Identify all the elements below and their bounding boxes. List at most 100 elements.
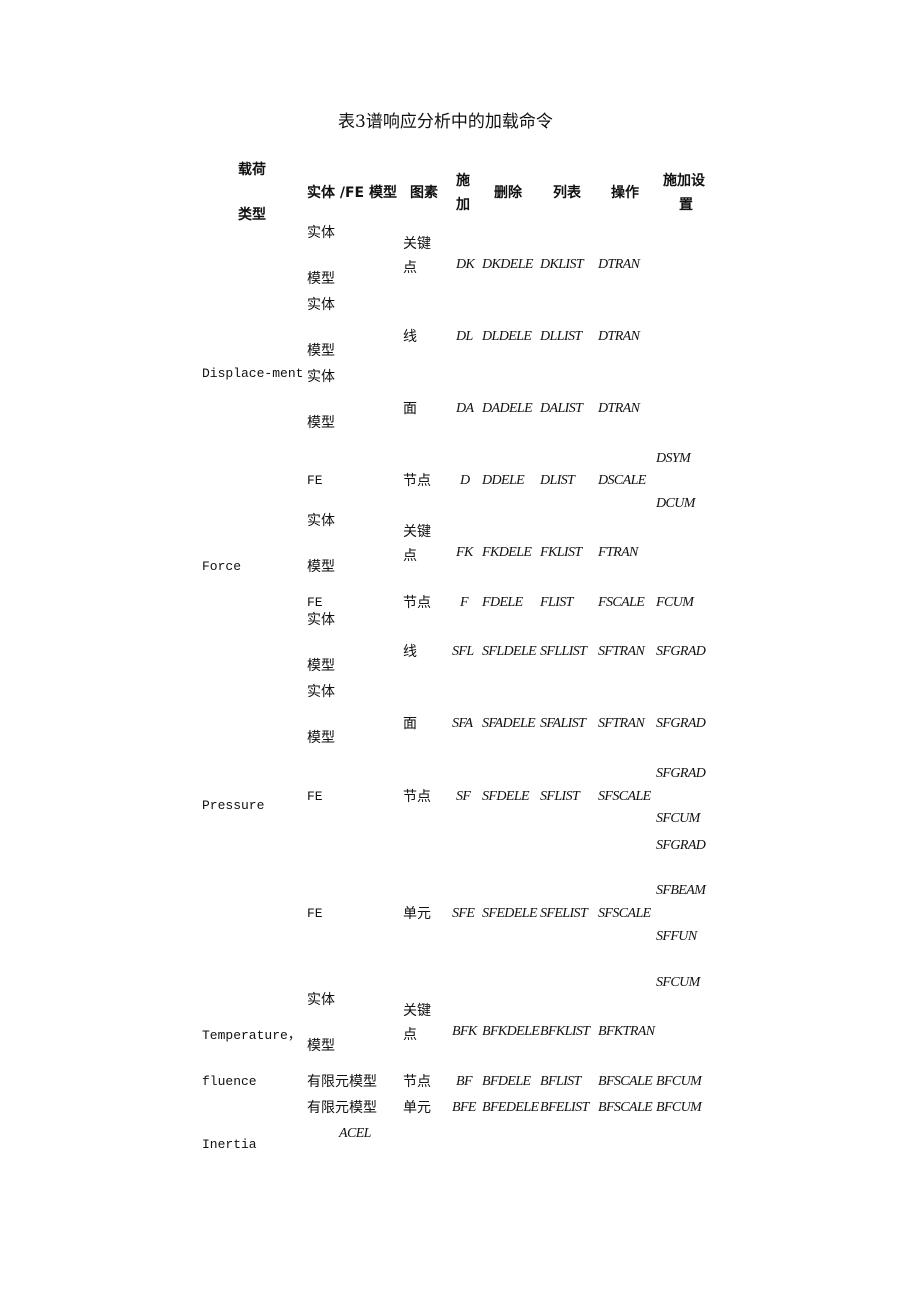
entity-cell: 关键 (403, 1003, 431, 1019)
list-command: SFLLIST (540, 644, 587, 659)
group-label: Temperature， (202, 1028, 301, 1043)
settings-command: SFCUM (656, 975, 700, 990)
operate-command: SFSCALE (598, 906, 651, 921)
entity-cell: 面 (403, 401, 417, 417)
header-entity: 图素 (410, 185, 438, 201)
model-cell: 实体 (307, 992, 335, 1008)
apply-command: SFE (452, 906, 475, 921)
header-apply: 施 (456, 173, 470, 189)
operate-command: BFSCALE (598, 1074, 653, 1089)
operate-command: DSCALE (598, 473, 646, 488)
delete-command: BFKDELE (482, 1024, 540, 1039)
model-cell: 模型 (307, 343, 335, 359)
model-cell: 模型 (307, 730, 335, 746)
entity-cell: 单元 (403, 1100, 431, 1116)
delete-command: DDELE (482, 473, 525, 488)
model-cell: FE (307, 789, 323, 804)
operate-command: SFTRAN (598, 644, 645, 659)
apply-command: BFE (452, 1100, 476, 1115)
apply-command: F (460, 595, 469, 610)
header-apply: 加 (456, 197, 470, 213)
settings-command: SFGRAD (656, 766, 706, 781)
header-settings: 置 (679, 197, 693, 213)
entity-cell: 点 (403, 260, 417, 276)
model-cell: 实体 (307, 225, 335, 241)
delete-command: BFDELE (482, 1074, 531, 1089)
header-delete: 删除 (494, 185, 522, 201)
operate-command: SFSCALE (598, 789, 651, 804)
apply-command: SFA (452, 716, 473, 731)
header-model: 实体 /FE 模型 (307, 185, 397, 201)
apply-command: FK (456, 545, 473, 560)
operate-command: SFTRAN (598, 716, 645, 731)
settings-command: BFCUM (656, 1074, 702, 1089)
settings-command: DSYM (656, 451, 691, 466)
apply-command: SF (456, 789, 471, 804)
group-label: Pressure (202, 798, 265, 813)
list-command: SFELIST (540, 906, 588, 921)
apply-command: ACEL (339, 1126, 371, 1141)
list-command: BFLIST (540, 1074, 581, 1089)
delete-command: DADELE (482, 401, 533, 416)
settings-command: DCUM (656, 496, 695, 511)
delete-command: SFADELE (482, 716, 536, 731)
delete-command: SFLDELE (482, 644, 537, 659)
delete-command: DKDELE (482, 257, 533, 272)
settings-command: SFGRAD (656, 644, 706, 659)
entity-cell: 面 (403, 716, 417, 732)
header-settings: 施加设 (663, 173, 705, 189)
settings-command: FCUM (656, 595, 694, 610)
list-command: FKLIST (540, 545, 582, 560)
list-command: FLIST (540, 595, 573, 610)
entity-cell: 点 (403, 1027, 417, 1043)
group-label: Displace-ment (202, 366, 304, 381)
model-cell: 模型 (307, 1038, 335, 1054)
list-command: DLLIST (540, 329, 582, 344)
settings-command: BFCUM (656, 1100, 702, 1115)
apply-command: SFL (452, 644, 474, 659)
model-cell: 实体 (307, 369, 335, 385)
model-cell: 模型 (307, 271, 335, 287)
operate-command: FTRAN (598, 545, 638, 560)
group-label: Inertia (202, 1137, 257, 1152)
operate-command: BFSCALE (598, 1100, 653, 1115)
operate-command: DTRAN (598, 329, 640, 344)
entity-cell: 单元 (403, 906, 431, 922)
header-operate: 操作 (611, 185, 639, 201)
model-cell: 实体 (307, 612, 335, 628)
apply-command: DK (456, 257, 475, 272)
delete-command: SFEDELE (482, 906, 538, 921)
entity-cell: 关键 (403, 236, 431, 252)
entity-cell: 节点 (403, 1074, 431, 1090)
table-title: 表3谱响应分析中的加载命令 (338, 112, 553, 132)
model-cell: 有限元模型 (307, 1100, 377, 1116)
model-cell: FE (307, 906, 323, 921)
delete-command: FKDELE (482, 545, 532, 560)
operate-command: FSCALE (598, 595, 645, 610)
model-cell: 实体 (307, 684, 335, 700)
settings-command: SFGRAD (656, 716, 706, 731)
settings-command: SFGRAD (656, 838, 706, 853)
entity-cell: 关键 (403, 524, 431, 540)
operate-command: BFKTRAN (598, 1024, 655, 1039)
model-cell: 模型 (307, 415, 335, 431)
list-command: SFALIST (540, 716, 586, 731)
entity-cell: 节点 (403, 789, 431, 805)
group-label: Force (202, 559, 242, 574)
entity-cell: 节点 (403, 473, 431, 489)
list-command: BFELIST (540, 1100, 589, 1115)
model-cell: 实体 (307, 297, 335, 313)
delete-command: DLDELE (482, 329, 532, 344)
list-command: DALIST (540, 401, 583, 416)
entity-cell: 点 (403, 548, 417, 564)
entity-cell: 线 (403, 644, 417, 660)
list-command: DKLIST (540, 257, 584, 272)
list-command: DLIST (540, 473, 575, 488)
apply-command: DL (456, 329, 473, 344)
operate-command: DTRAN (598, 401, 640, 416)
model-cell: 有限元模型 (307, 1074, 377, 1090)
model-cell: FE (307, 473, 323, 488)
apply-command: BFK (452, 1024, 477, 1039)
list-command: BFKLIST (540, 1024, 590, 1039)
delete-command: FDELE (482, 595, 523, 610)
